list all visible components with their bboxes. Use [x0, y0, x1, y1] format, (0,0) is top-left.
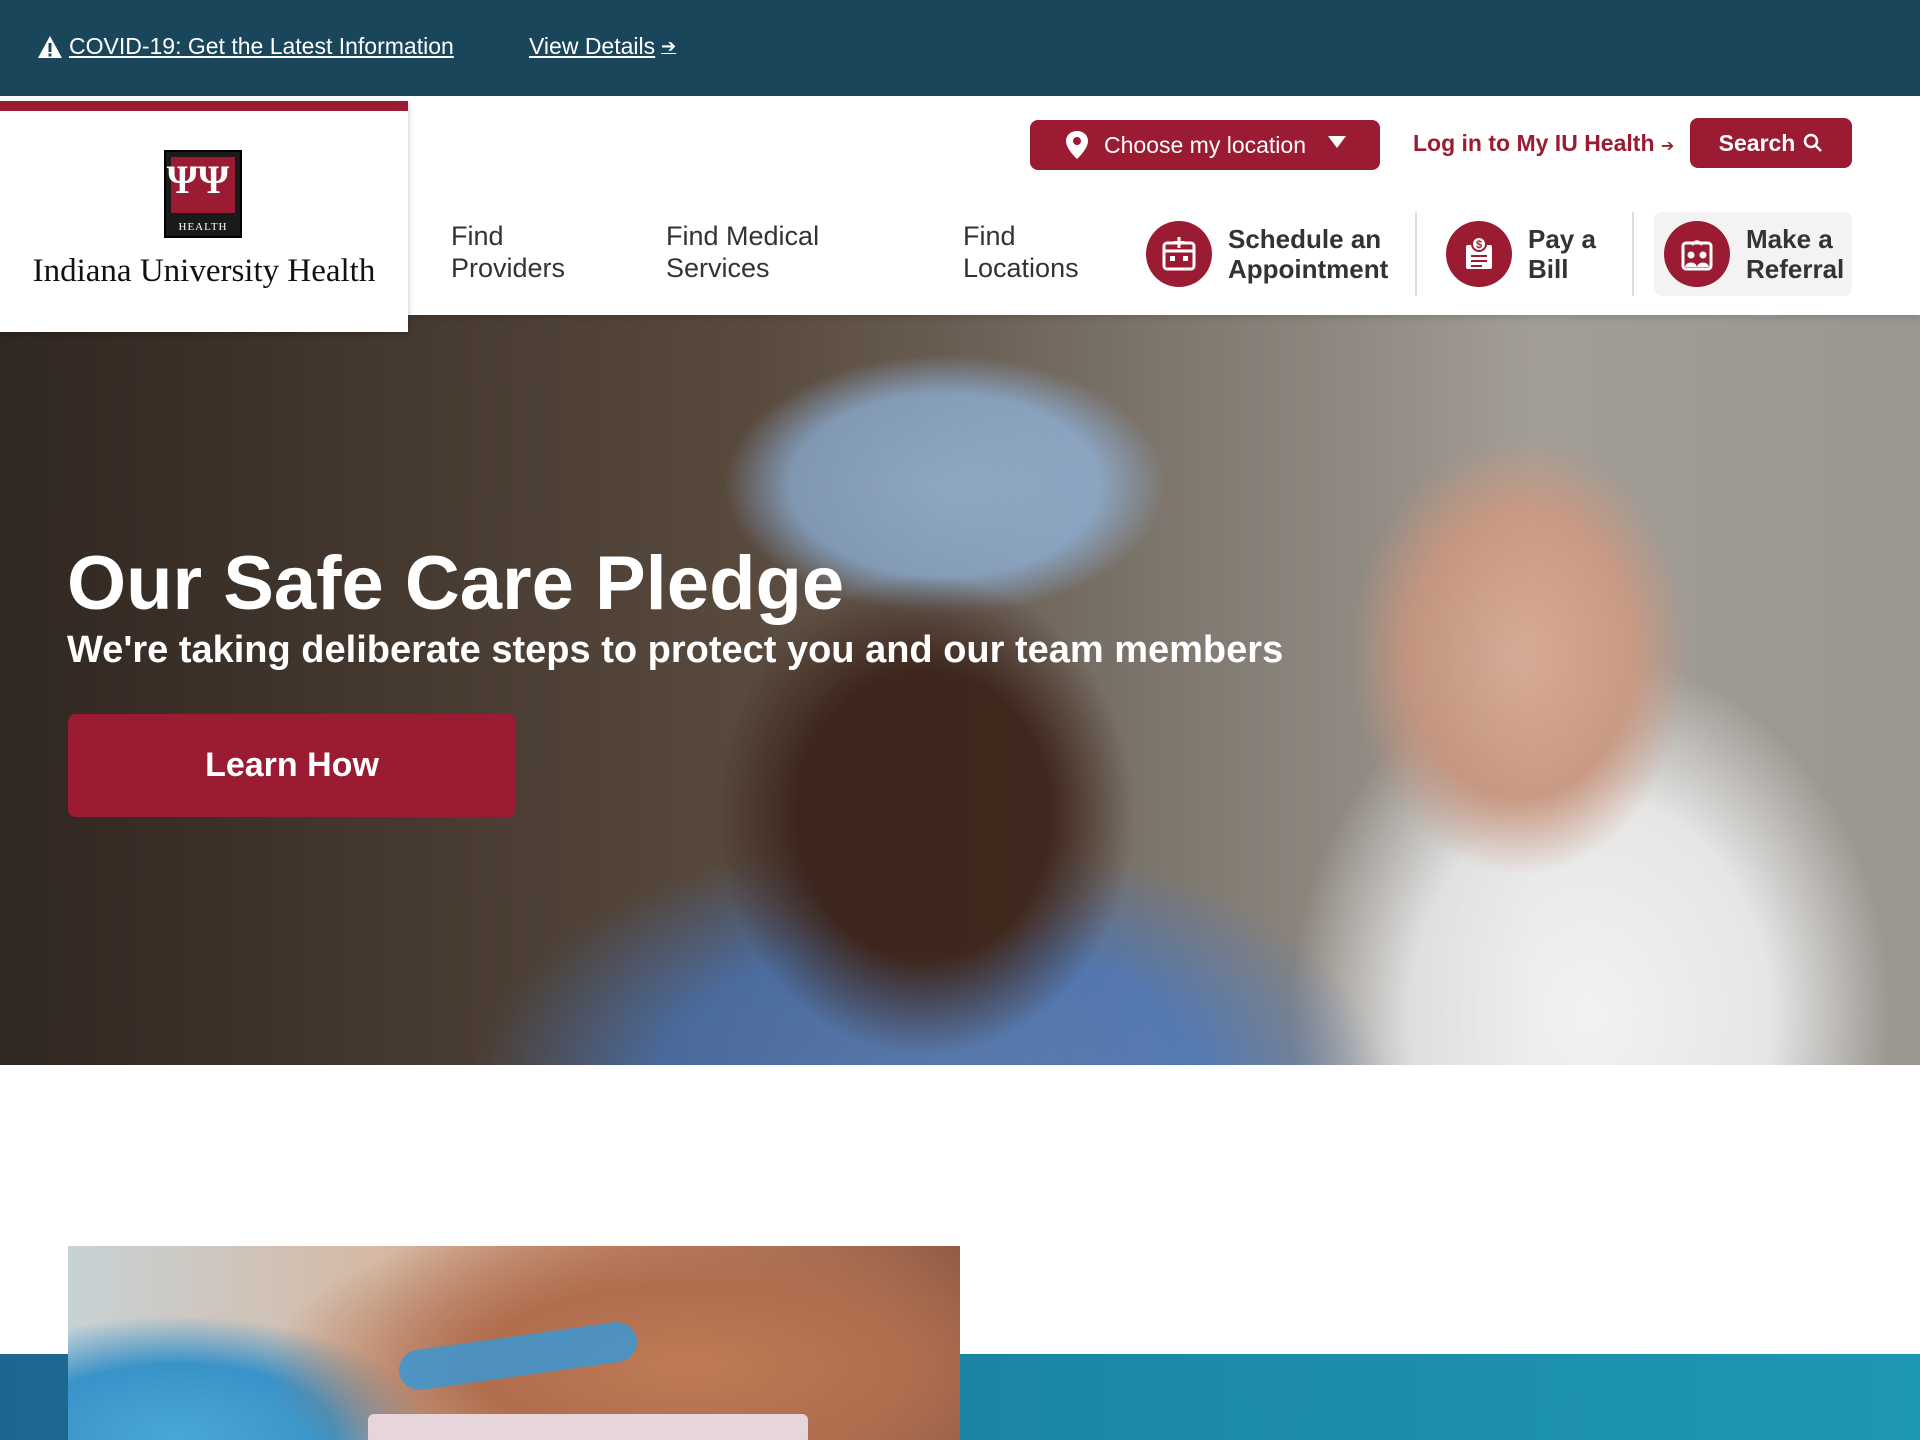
- search-button[interactable]: Search: [1690, 118, 1852, 168]
- action-divider: [1415, 212, 1417, 296]
- schedule-label-line1: Schedule an: [1228, 224, 1382, 254]
- choose-location-button[interactable]: Choose my location: [1030, 120, 1380, 170]
- view-details-link[interactable]: View Details ➔: [529, 33, 676, 60]
- nav-find-medical-services[interactable]: Find Medical Services: [666, 220, 866, 284]
- calendar-plus-icon: [1146, 221, 1212, 287]
- hero-subtitle: We're taking deliberate steps to protect…: [67, 629, 1284, 671]
- pay-label-line1: Pay a: [1528, 224, 1596, 254]
- logo-wordmark: Indiana University Health: [32, 253, 376, 289]
- nav-find-locations[interactable]: Find Locations: [963, 220, 1113, 284]
- location-pin-icon: [1066, 131, 1088, 159]
- warning-icon: [38, 35, 62, 58]
- arrow-right-icon: ➔: [1660, 138, 1675, 155]
- referral-label-line2: Referral: [1746, 254, 1845, 284]
- covid-alert-bar: COVID-19: Get the Latest Information Vie…: [0, 0, 1920, 96]
- bill-icon: $: [1446, 221, 1512, 287]
- learn-how-button[interactable]: Learn How: [68, 714, 516, 817]
- nav-label-line2: Services: [666, 253, 770, 283]
- schedule-appointment-button[interactable]: Schedule an Appointment: [1146, 212, 1388, 296]
- pay-label-line2: Bill: [1528, 254, 1569, 284]
- schedule-label-line2: Appointment: [1228, 254, 1389, 284]
- chevron-down-icon: [1328, 136, 1346, 148]
- nav-label-line1: Find: [963, 221, 1016, 251]
- lab-feature-image: [68, 1246, 960, 1440]
- action-divider: [1632, 212, 1634, 296]
- svg-text:$: $: [1476, 239, 1482, 251]
- nav-label-line1: Find: [451, 221, 504, 251]
- hero-title: Our Safe Care Pledge: [67, 541, 845, 626]
- referral-label-line1: Make a: [1746, 224, 1833, 254]
- site-logo[interactable]: ΨΨ HEALTH Indiana University Health: [0, 101, 408, 332]
- iu-trident-logo-icon: ΨΨ HEALTH: [164, 150, 242, 238]
- choose-location-label: Choose my location: [1104, 131, 1306, 158]
- make-referral-button[interactable]: Make a Referral: [1654, 212, 1852, 296]
- covid-info-link[interactable]: COVID-19: Get the Latest Information: [37, 33, 454, 60]
- hero-photo: [0, 315, 1920, 1065]
- hero-banner: Our Safe Care Pledge We're taking delibe…: [0, 315, 1920, 1065]
- nav-label-line2: Locations: [963, 253, 1079, 283]
- nav-find-providers[interactable]: Find Providers: [451, 220, 601, 284]
- pay-bill-button[interactable]: $ Pay a Bill: [1446, 212, 1596, 296]
- search-icon: [1804, 133, 1823, 152]
- arrow-right-icon: ➔: [661, 36, 677, 56]
- referral-icon: [1664, 221, 1730, 287]
- covid-info-label: COVID-19: Get the Latest Information: [69, 33, 454, 59]
- view-details-label: View Details: [529, 33, 656, 59]
- nav-label-line1: Find Medical: [666, 221, 820, 251]
- login-label: Log in to My IU Health: [1413, 130, 1655, 156]
- search-label: Search: [1718, 129, 1796, 156]
- nav-label-line2: Providers: [451, 253, 566, 283]
- logo-health-tag: HEALTH: [178, 221, 228, 233]
- login-link[interactable]: Log in to My IU Health ➔: [1413, 130, 1674, 157]
